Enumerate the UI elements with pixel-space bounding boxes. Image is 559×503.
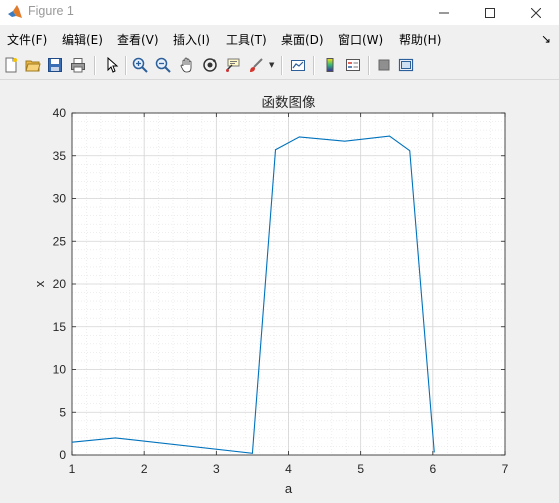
x-axis-label: a xyxy=(285,481,293,496)
y-tick-label: 30 xyxy=(53,192,67,206)
y-tick-label: 40 xyxy=(53,106,67,120)
x-tick-label: 7 xyxy=(502,462,509,476)
y-tick-label: 25 xyxy=(53,234,67,248)
x-tick-label: 6 xyxy=(429,462,436,476)
x-tick-label: 1 xyxy=(69,462,76,476)
x-tick-label: 3 xyxy=(213,462,220,476)
x-tick-label: 4 xyxy=(285,462,292,476)
y-tick-label: 5 xyxy=(59,405,66,419)
y-tick-label: 0 xyxy=(59,448,66,462)
x-tick-label: 2 xyxy=(141,462,148,476)
y-tick-label: 15 xyxy=(53,320,67,334)
y-tick-label: 20 xyxy=(53,277,67,291)
axes[interactable]: 1 2 3 4 5 6 7 0 5 10 15 20 25 30 35 40 a x xyxy=(0,0,559,503)
y-tick-label: 35 xyxy=(53,149,67,163)
y-tick-label: 10 xyxy=(53,363,67,377)
x-tick-label: 5 xyxy=(357,462,364,476)
y-axis-label: x xyxy=(32,280,47,287)
